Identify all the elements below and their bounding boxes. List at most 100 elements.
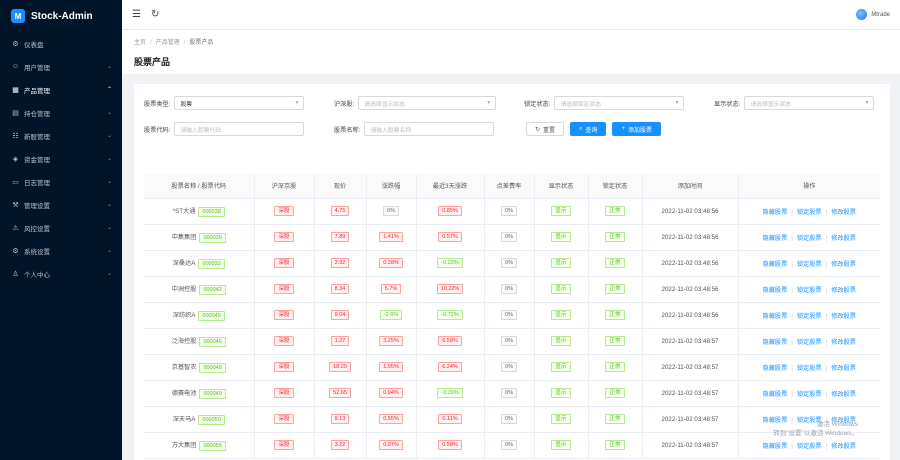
stock-code: 000048 [199, 362, 226, 373]
hide-stock-link[interactable]: 隐藏股票 [763, 209, 788, 216]
content-card: 股票类型: 股票 ▼ 沪深股: 请选择显示状态 ▼ 锁定状态: 请选择锁定状态 … [134, 84, 890, 460]
sidebar-item-2[interactable]: ▦ 产品管理 ⌃ [0, 78, 122, 101]
show-status-tag: 显示 [551, 362, 571, 372]
edit-stock-link[interactable]: 修改股票 [831, 339, 856, 346]
edit-stock-link[interactable]: 修改股票 [831, 287, 856, 294]
actions-cell: 隐藏股票 | 锁定股票 | 修改股票 [738, 328, 880, 355]
stock-cell: *ST大通 000038 [144, 198, 255, 225]
filter-name: 股票名称: 请输入股票名称 [334, 122, 495, 136]
sidebar-item-label: 日志管理 [24, 179, 50, 187]
menu-icon: ♙ [12, 270, 19, 278]
stock-type-select[interactable]: 股票 ▼ [174, 96, 305, 110]
hide-stock-link[interactable]: 隐藏股票 [763, 287, 788, 294]
hide-stock-link[interactable]: 隐藏股票 [763, 365, 788, 372]
stock-cell: 京基智农 000048 [144, 354, 255, 381]
sidebar-item-4[interactable]: ☷ 新股管理 ⌄ [0, 124, 122, 147]
sidebar-item-1[interactable]: ☺ 用户管理 ⌄ [0, 55, 122, 78]
user-menu[interactable]: Mtrade [856, 9, 890, 20]
spread-tag: 0% [501, 362, 517, 372]
chevron-icon: ⌄ [106, 202, 112, 208]
table-header-row: 股票名称 / 股票代码 沪深京股 现价 涨跌幅 最近3天涨跌 点差费率 显示状态 锁定状态 添加… [144, 174, 880, 199]
add-stock-button[interactable]: + 添加股票 [612, 122, 661, 136]
lock-select[interactable]: 请选择锁定状态 ▼ [554, 96, 685, 110]
change-tag: -2.6% [379, 310, 403, 320]
hide-stock-link[interactable]: 隐藏股票 [763, 391, 788, 398]
reset-button[interactable]: ↻ 重置 [526, 122, 565, 136]
show-select[interactable]: 请选择显示状态 ▼ [744, 96, 875, 110]
lock-stock-link[interactable]: 锁定股票 [797, 339, 822, 346]
menu-icon: ▤ [12, 109, 19, 117]
lock-status-tag: 正常 [605, 414, 625, 424]
change-tag: 3.25% [379, 336, 403, 346]
sidebar-menu: ⚙ 仪表盘 ☺ 用户管理 ⌄ ▦ 产品管理 ⌃ ▤ 持仓管理 ⌄ ☷ 新股管理 ⌄ ◈ 资金管理 ⌄ ▭ 日志管理 ⌄… [0, 32, 122, 285]
search-icon: ⌕ [579, 125, 583, 132]
lock-status-tag: 正常 [605, 440, 625, 450]
change3-tag: 0.58% [438, 440, 462, 450]
price-tag: 3.92 [330, 258, 350, 268]
query-button[interactable]: ⌕ 查询 [570, 122, 607, 136]
sidebar-item-3[interactable]: ▤ 持仓管理 ⌄ [0, 101, 122, 124]
market-select[interactable]: 请选择显示状态 ▼ [358, 96, 497, 110]
change3-tag: 0.57% [438, 232, 462, 242]
actions-cell: 隐藏股票 | 锁定股票 | 修改股票 [738, 224, 880, 251]
edit-stock-link[interactable]: 修改股票 [831, 443, 856, 450]
edit-stock-link[interactable]: 修改股票 [831, 313, 856, 320]
edit-stock-link[interactable]: 修改股票 [831, 365, 856, 372]
lock-stock-link[interactable]: 锁定股票 [797, 235, 822, 242]
spread-tag: 0% [501, 206, 517, 216]
stock-name: 深纺织A [172, 311, 196, 319]
lock-stock-link[interactable]: 锁定股票 [797, 261, 822, 268]
refresh-icon[interactable]: ↻ [151, 9, 159, 20]
sidebar-item-9[interactable]: ⚙ 系统设置 ⌄ [0, 239, 122, 262]
market-tag: 深股 [274, 336, 294, 346]
chevron-icon: ⌄ [106, 248, 112, 254]
lock-stock-link[interactable]: 锁定股票 [797, 287, 822, 294]
lock-stock-link[interactable]: 锁定股票 [797, 209, 822, 216]
change-tag: 1.95% [379, 362, 403, 372]
breadcrumb-products[interactable]: 产品管理 [156, 40, 180, 46]
table-row: 中集集团 000039 深股 7.89 1.41% 0.57% 0% 显示 正常 2022-11-… [144, 224, 880, 251]
stock-name: 深天马A [172, 415, 196, 423]
show-label: 显示状态: [714, 100, 741, 108]
code-input[interactable]: 请输入股票代码 [174, 122, 305, 136]
sidebar-item-5[interactable]: ◈ 资金管理 ⌄ [0, 147, 122, 170]
sidebar-item-6[interactable]: ▭ 日志管理 ⌄ [0, 170, 122, 193]
hide-stock-link[interactable]: 隐藏股票 [763, 261, 788, 268]
sidebar-item-label: 新股管理 [24, 133, 50, 141]
filter-stock-type: 股票类型: 股票 ▼ [144, 96, 305, 110]
spread-tag: 0% [501, 232, 517, 242]
hide-stock-link[interactable]: 隐藏股票 [763, 443, 788, 450]
breadcrumb-home[interactable]: 主页 [134, 40, 146, 46]
edit-stock-link[interactable]: 修改股票 [831, 261, 856, 268]
lock-stock-link[interactable]: 锁定股票 [797, 391, 822, 398]
brand[interactable]: M Stock-Admin [0, 0, 122, 32]
chevron-down-icon: ▼ [864, 100, 870, 106]
sidebar-item-0[interactable]: ⚙ 仪表盘 [0, 32, 122, 55]
edit-stock-link[interactable]: 修改股票 [831, 391, 856, 398]
lock-stock-link[interactable]: 锁定股票 [797, 365, 822, 372]
edit-stock-link[interactable]: 修改股票 [831, 209, 856, 216]
stock-code: 000045 [198, 310, 225, 321]
added-time: 2022-11-02 03:48:56 [642, 198, 739, 225]
lock-status-tag: 正常 [605, 232, 625, 242]
sidebar-item-8[interactable]: ⚠ 风控设置 ⌄ [0, 216, 122, 239]
change-tag: 0.55% [379, 414, 403, 424]
lock-stock-link[interactable]: 锁定股票 [797, 313, 822, 320]
hide-stock-link[interactable]: 隐藏股票 [763, 313, 788, 320]
table-row: 深桑达A 000032 深股 3.92 0.28% -0.23% 0% 显示 正常 2022-11… [144, 250, 880, 277]
hide-stock-link[interactable]: 隐藏股票 [763, 339, 788, 346]
spread-tag: 0% [501, 310, 517, 320]
sidebar-item-7[interactable]: ⚒ 管理设置 ⌄ [0, 193, 122, 216]
menu-icon: ⚒ [12, 201, 19, 209]
hide-stock-link[interactable]: 隐藏股票 [763, 235, 788, 242]
edit-stock-link[interactable]: 修改股票 [831, 235, 856, 242]
stock-type-value: 股票 [180, 101, 193, 108]
lock-status-tag: 正常 [605, 362, 625, 372]
sidebar-item-label: 个人中心 [24, 271, 50, 279]
change3-tag: 6.24% [438, 362, 462, 372]
sidebar-item-10[interactable]: ♙ 个人中心 ⌄ [0, 262, 122, 285]
lock-stock-link[interactable]: 锁定股票 [797, 443, 822, 450]
name-input[interactable]: 请输入股票名称 [364, 122, 495, 136]
menu-toggle-icon[interactable]: ☰ [132, 9, 141, 20]
price-tag: 4.75 [330, 206, 350, 216]
